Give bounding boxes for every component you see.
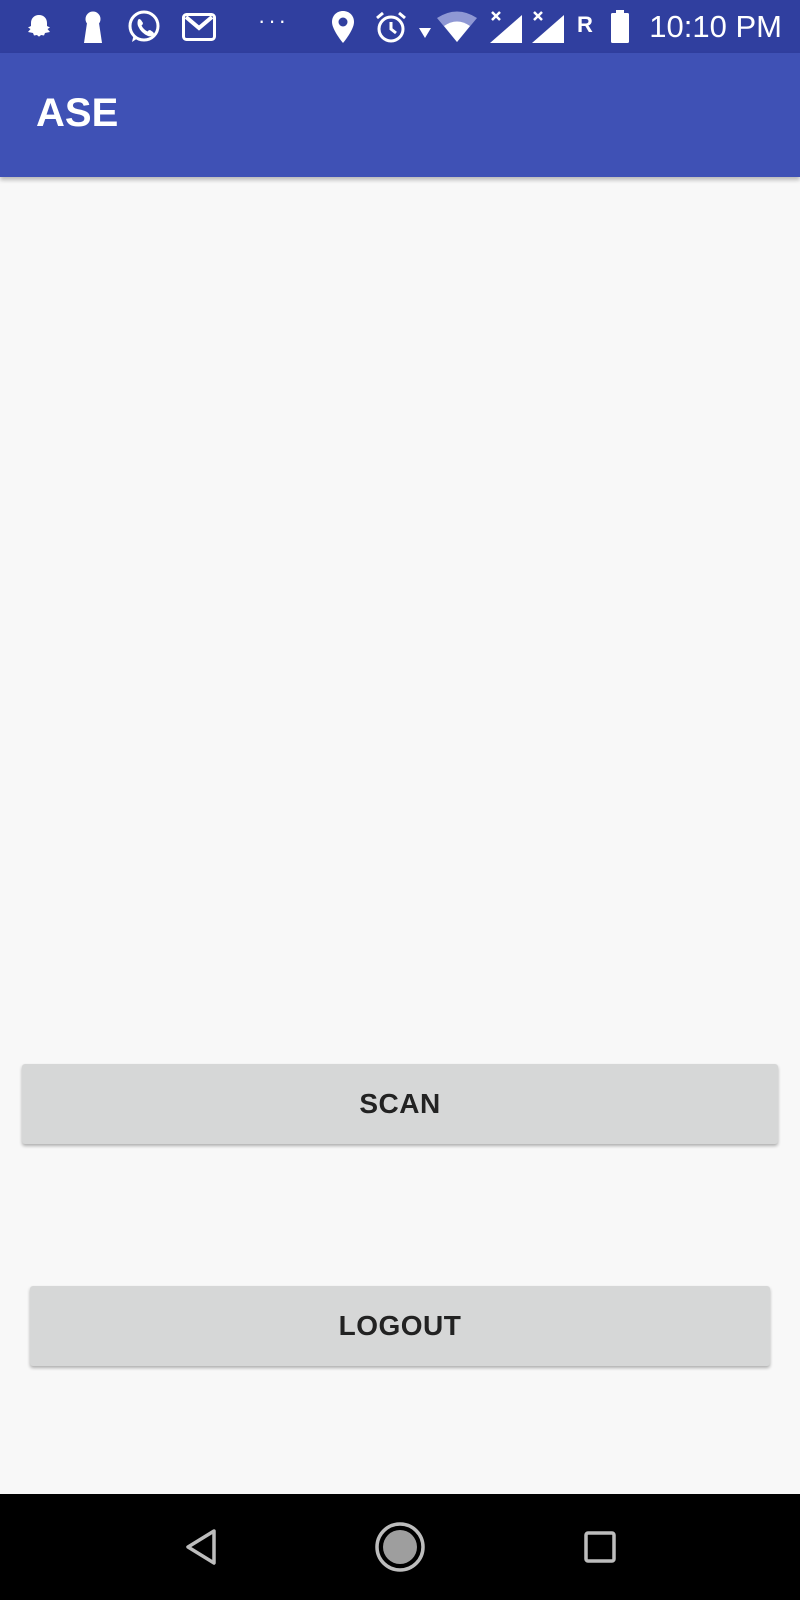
gmail-icon — [182, 10, 216, 44]
page-title: ASE — [36, 91, 119, 135]
location-icon — [330, 10, 356, 44]
keyhole-icon — [80, 10, 106, 44]
alarm-icon — [374, 10, 408, 44]
roaming-indicator: R — [577, 12, 593, 37]
data-arrow-icon — [418, 10, 432, 44]
navigation-bar — [0, 1494, 800, 1600]
app-bar: ASE — [0, 53, 800, 177]
battery-icon — [610, 10, 630, 44]
snapchat-icon — [24, 10, 54, 44]
back-icon[interactable] — [168, 1514, 234, 1580]
signal-icon — [488, 10, 524, 44]
home-icon[interactable] — [367, 1514, 433, 1580]
whatsapp-icon — [126, 10, 162, 44]
status-bar: ··· R 10:10 PM — [0, 0, 800, 53]
status-time: 10:10 PM — [649, 9, 782, 44]
scan-button[interactable]: SCAN — [22, 1064, 778, 1144]
signal-icon — [530, 10, 566, 44]
recents-icon[interactable] — [567, 1514, 633, 1580]
logout-button[interactable]: LOGOUT — [30, 1286, 770, 1366]
overflow-notifications: ··· — [258, 8, 289, 33]
wifi-icon — [436, 10, 478, 44]
